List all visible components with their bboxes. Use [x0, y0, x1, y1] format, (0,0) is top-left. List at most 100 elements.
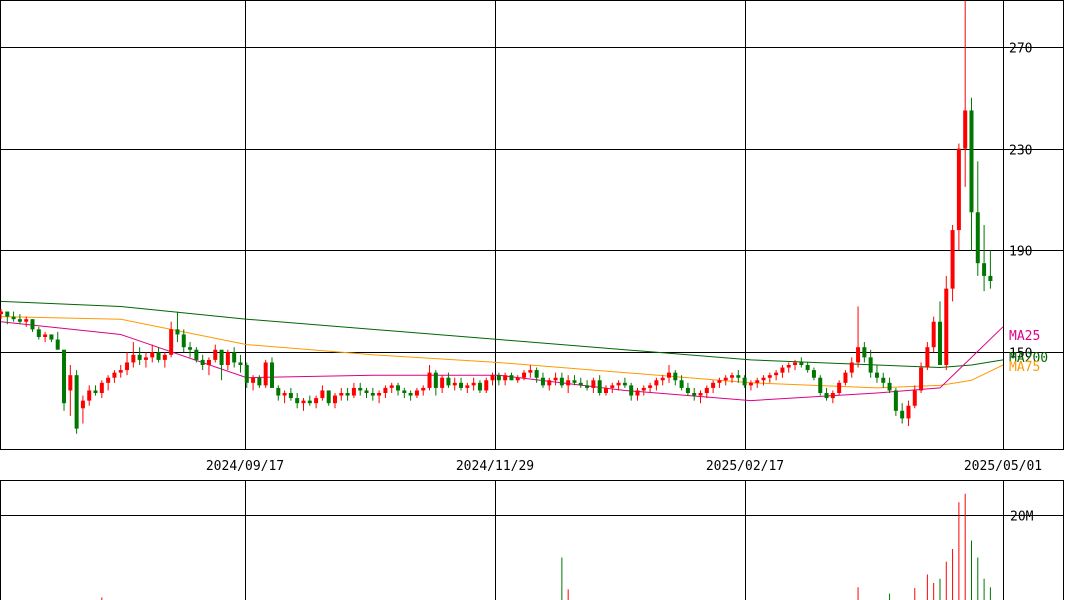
candle-body [780, 367, 785, 373]
candle-body [906, 405, 911, 419]
candle-body [654, 380, 659, 386]
legend-ma25: MA25 [1009, 329, 1040, 344]
candle-body [351, 387, 356, 396]
candle-body [301, 400, 306, 404]
candle-body [106, 377, 111, 383]
price-panel-frame [0, 0, 1064, 450]
candle-body [402, 390, 407, 393]
candle-body [62, 349, 67, 404]
candle-body [24, 319, 29, 322]
candle-body [559, 377, 564, 386]
candle-body [528, 370, 533, 373]
candle-body [975, 212, 980, 264]
candle-body [244, 365, 249, 383]
candle-body [830, 393, 835, 399]
candle-body [767, 375, 772, 378]
candle-body [314, 398, 319, 404]
volume-tick-label: 20M [1010, 510, 1034, 525]
candle-body [194, 349, 199, 360]
candle-body [641, 387, 646, 391]
candle-body [11, 316, 16, 320]
candle-body [484, 380, 489, 391]
candle-body [685, 387, 690, 393]
candle-body [578, 382, 583, 386]
candle-body [900, 410, 905, 419]
candle-body [364, 390, 369, 393]
candle-body [459, 382, 464, 388]
candle-body [824, 393, 829, 399]
candle-body [673, 372, 678, 381]
candle-body [730, 375, 735, 378]
candle-body [219, 349, 224, 365]
date-tick-label: 2025/05/01 [964, 459, 1042, 474]
candle-body [603, 387, 608, 393]
candle-body [515, 377, 520, 381]
candle-body [5, 311, 10, 317]
candle-body [540, 377, 545, 386]
candle-body [206, 359, 211, 365]
candle-body [358, 387, 363, 391]
candle-body [414, 390, 419, 396]
candle-body [87, 390, 92, 401]
candle-body [931, 321, 936, 348]
candle-body [761, 377, 766, 381]
date-axis: 2024/09/17 2024/11/29 2025/02/17 2025/05/01 [206, 459, 1042, 474]
candle-body [868, 357, 873, 373]
candle-body [793, 362, 798, 365]
candle-body [912, 390, 917, 406]
candle-body [585, 385, 590, 388]
candle-body [471, 382, 476, 386]
stock-chart: 150190230270 MA25MA200MA75 2024/09/17 202… [0, 0, 1064, 600]
date-tick-label: 2024/11/29 [456, 459, 534, 474]
candle-body [591, 380, 596, 388]
candle-body [137, 354, 142, 360]
candle-body [263, 362, 268, 386]
candle-body [446, 377, 451, 386]
volume-axis: 20M [1010, 510, 1034, 525]
candle-body [805, 365, 810, 371]
date-tick-label: 2024/09/17 [206, 459, 284, 474]
candle-body [175, 329, 180, 335]
candle-body [118, 370, 123, 373]
candle-body [93, 390, 98, 393]
candle-body [307, 400, 312, 404]
candle-body [232, 352, 237, 363]
candle-body [74, 375, 79, 429]
candle-body [251, 377, 256, 383]
candle-body [566, 380, 571, 386]
candle-body [339, 393, 344, 396]
candle-body [742, 377, 747, 386]
candle-body [68, 375, 73, 391]
candle-body [610, 385, 615, 388]
candle-body [490, 375, 495, 381]
candle-body [477, 382, 482, 391]
legend-ma75: MA75 [1009, 360, 1040, 375]
price-tick-label: 230 [1009, 144, 1032, 159]
candle-body [717, 380, 722, 383]
candle-body [635, 390, 640, 396]
candle-body [377, 393, 382, 396]
candle-body [150, 352, 155, 358]
candle-body [629, 385, 634, 396]
candle-body [522, 372, 527, 378]
candle-body [711, 382, 716, 388]
candle-body [36, 329, 41, 337]
price-tick-label: 190 [1009, 245, 1032, 260]
candle-body [269, 362, 274, 388]
candle-body [276, 387, 281, 396]
candle-body [925, 347, 930, 368]
candle-body [572, 380, 577, 383]
candle-body [370, 393, 375, 396]
candle-body [944, 288, 949, 365]
candle-body [893, 390, 898, 411]
candle-body [320, 390, 325, 399]
candle-body [667, 372, 671, 378]
candle-body [188, 347, 193, 350]
candle-body [856, 347, 861, 363]
candle-body [648, 385, 653, 388]
candle-body [389, 385, 394, 388]
candle-body [862, 347, 867, 358]
candle-body [288, 393, 293, 399]
candle-body [496, 375, 501, 381]
candle-body [616, 382, 621, 386]
